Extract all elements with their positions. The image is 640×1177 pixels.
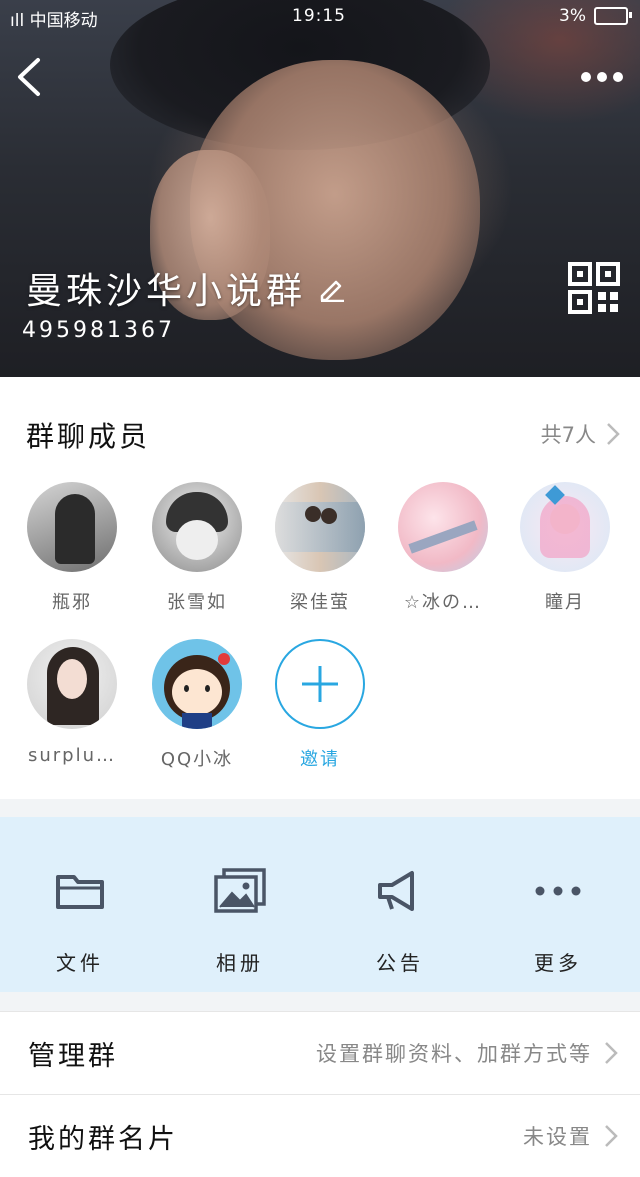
avatar xyxy=(27,482,117,572)
member-item[interactable]: 瓶邪 xyxy=(17,482,127,614)
back-button[interactable] xyxy=(12,52,52,102)
chevron-right-icon xyxy=(605,1125,618,1147)
chevron-right-icon xyxy=(605,1042,618,1064)
manage-group-label: 管理群 xyxy=(28,1041,118,1072)
avatar xyxy=(27,639,117,729)
add-member-circle xyxy=(275,639,365,729)
members-count-link[interactable]: 共7人 xyxy=(541,419,620,449)
my-group-card-value: 未设置 xyxy=(523,1125,592,1149)
more-dots-icon xyxy=(581,72,623,82)
member-item[interactable]: 梁佳萤 xyxy=(265,482,375,614)
group-number: 495981367 xyxy=(22,318,175,343)
manage-group-value: 设置群聊资料、加群方式等 xyxy=(316,1042,592,1066)
avatar xyxy=(520,482,610,572)
announcement-button[interactable]: 公告 xyxy=(340,861,460,976)
clock: 19:15 xyxy=(292,6,346,26)
chevron-right-icon xyxy=(607,423,620,445)
my-group-card-row[interactable]: 我的群名片 未设置 xyxy=(0,1094,640,1177)
album-label: 相册 xyxy=(216,951,264,975)
member-item[interactable]: QQ小冰 xyxy=(142,639,252,771)
manage-group-row[interactable]: 管理群 设置群聊资料、加群方式等 xyxy=(0,1011,640,1094)
chevron-left-icon xyxy=(18,58,40,96)
members-title: 群聊成员 xyxy=(26,420,151,453)
member-item[interactable]: surplu… xyxy=(17,639,127,766)
group-actions: 文件 相册 公告 更多 xyxy=(0,817,640,992)
qr-code-button[interactable] xyxy=(568,262,620,314)
folder-icon xyxy=(56,875,104,909)
group-cover: ıll 中国移动 19:15 3% 曼珠沙华小说群 495981367 xyxy=(0,0,640,377)
member-name: QQ小冰 xyxy=(160,749,234,770)
battery-percent: 3% xyxy=(559,6,586,26)
member-name: surplu… xyxy=(27,745,117,766)
qr-code-icon xyxy=(568,262,620,314)
avatar xyxy=(398,482,488,572)
more-options-button[interactable] xyxy=(580,62,624,92)
more-dots-icon xyxy=(535,886,581,896)
member-name: 瞳月 xyxy=(545,592,585,613)
carrier-label: ıll 中国移动 xyxy=(10,11,98,31)
member-name: 瓶邪 xyxy=(52,592,92,613)
my-group-card-value-wrap: 未设置 xyxy=(523,1121,618,1151)
invite-label: 邀请 xyxy=(300,749,340,770)
members-count-label: 共7人 xyxy=(540,423,596,447)
avatar xyxy=(152,482,242,572)
files-label: 文件 xyxy=(56,951,104,975)
member-item[interactable]: 瞳月 xyxy=(510,482,620,614)
battery-icon xyxy=(594,7,632,25)
member-name: 梁佳萤 xyxy=(290,592,350,613)
avatar xyxy=(275,482,365,572)
files-button[interactable]: 文件 xyxy=(20,861,140,976)
member-name: 张雪如 xyxy=(167,592,227,613)
invite-member-button[interactable]: 邀请 xyxy=(265,639,375,771)
battery-indicator: 3% xyxy=(559,6,632,26)
member-item[interactable]: ☆冰の… xyxy=(388,482,498,614)
status-bar: ıll 中国移动 19:15 3% xyxy=(0,0,640,34)
member-name: ☆冰の… xyxy=(403,592,483,613)
plus-icon xyxy=(302,666,338,702)
group-name-text: 曼珠沙华小说群 xyxy=(26,271,307,312)
members-section: 群聊成员 共7人 瓶邪 张雪如 梁佳萤 ☆冰の… 瞳月 surplu… QQ小冰… xyxy=(0,377,640,799)
manage-group-value-wrap: 设置群聊资料、加群方式等 xyxy=(316,1038,618,1068)
more-actions-button[interactable]: 更多 xyxy=(498,861,618,976)
album-button[interactable]: 相册 xyxy=(180,861,300,976)
photo-album-icon xyxy=(214,868,266,913)
announcement-label: 公告 xyxy=(376,951,424,975)
megaphone-icon xyxy=(378,871,414,911)
member-item[interactable]: 张雪如 xyxy=(142,482,252,614)
more-label: 更多 xyxy=(534,951,582,975)
edit-pencil-icon[interactable] xyxy=(318,274,346,302)
group-name[interactable]: 曼珠沙华小说群 xyxy=(26,262,346,314)
my-group-card-label: 我的群名片 xyxy=(28,1124,178,1155)
avatar xyxy=(152,639,242,729)
